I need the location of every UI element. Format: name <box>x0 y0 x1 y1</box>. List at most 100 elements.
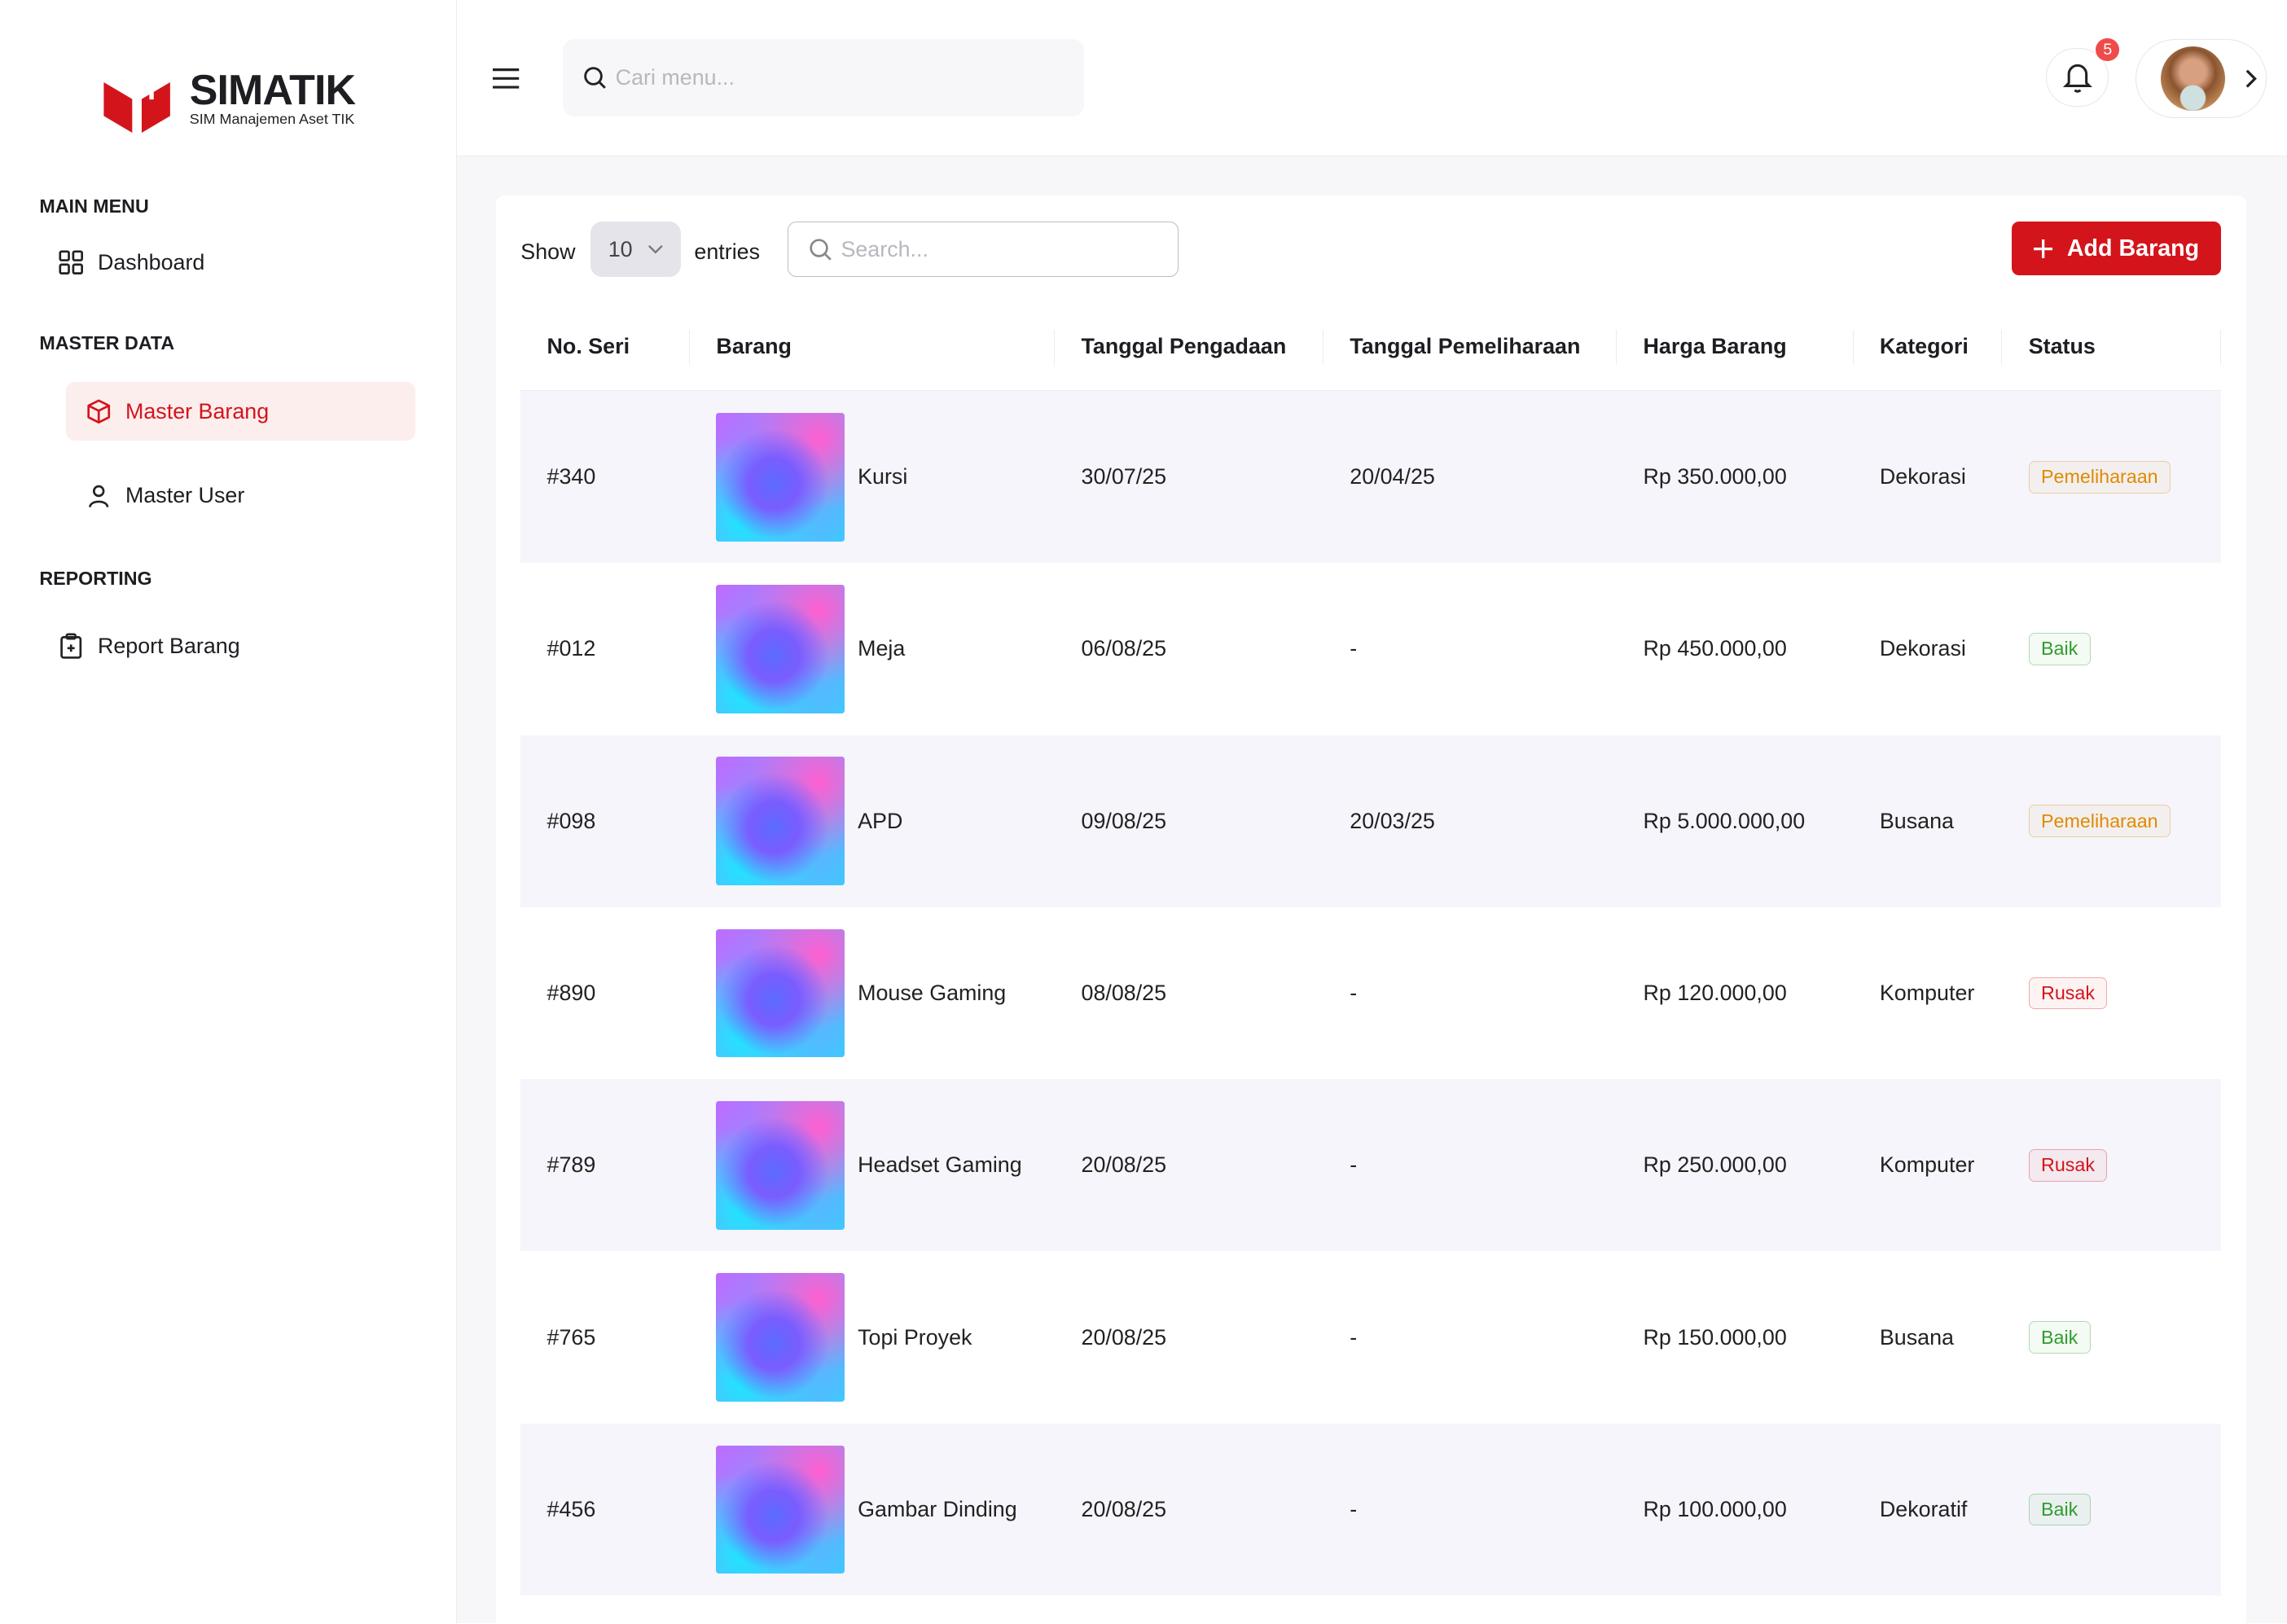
plus-icon <box>2033 239 2052 258</box>
item-name: Meja <box>858 636 906 661</box>
cell-harga: Rp 100.000,00 <box>1617 1423 1854 1596</box>
sidebar-item-label: Master User <box>125 483 245 508</box>
cell-harga: Rp 120.000,00 <box>1643 981 1787 1005</box>
box-icon <box>86 399 110 424</box>
cell-tanggal-pengadaan: 20/08/25 <box>1055 1423 1324 1596</box>
avatar <box>2161 46 2225 112</box>
clipboard-icon <box>59 633 81 659</box>
sidebar-item-label: Master Barang <box>125 398 270 424</box>
cell-kategori: Busana <box>1879 1324 1954 1350</box>
table-row[interactable]: #340 Kursi 30/07/25 20/04/25 Rp 350.000,00 De… <box>520 390 2222 564</box>
cell-barang: Gambar Dinding <box>690 1423 1056 1596</box>
status-badge: Rusak <box>2028 977 2108 1010</box>
column-header[interactable]: Tanggal Pengadaan <box>1055 303 1324 392</box>
cell-status: Rusak <box>2002 907 2221 1079</box>
column-header[interactable]: Harga Barang <box>1617 303 1854 392</box>
status-badge: Baik <box>2028 1493 2091 1526</box>
cell-status: Pemeliharaan <box>2002 735 2222 907</box>
cell-harga: Rp 150.000,00 <box>1643 1324 1787 1350</box>
cell-no-seri: #456 <box>520 1423 691 1596</box>
entries-select[interactable]: 10 <box>590 222 682 278</box>
cell-kategori: Dekorasi <box>1879 636 1966 661</box>
status-badge: Baik <box>2028 1321 2091 1354</box>
cell-tanggal-pemeliharaan: - <box>1350 981 1358 1005</box>
section-reporting: REPORTING <box>39 567 152 589</box>
column-header[interactable]: Status <box>2002 303 2222 392</box>
app-name: SIMATIK <box>189 67 356 115</box>
search-icon <box>584 67 607 90</box>
cell-kategori: Komputer <box>1853 1079 2003 1252</box>
item-name: Gambar Dinding <box>858 1496 1017 1521</box>
sidebar: SIMATIK SIM Manajemen Aset TIK MAIN MENU … <box>0 0 457 1624</box>
item-thumbnail <box>716 928 845 1058</box>
cell-tanggal-pemeliharaan: - <box>1323 1423 1618 1596</box>
table-row[interactable]: #012 Meja 06/08/25 - Rp 450.000,00 Dekorasi Ba… <box>520 563 2221 735</box>
table-row[interactable]: #098 APD 09/08/25 20/03/25 Rp 5.000.000,00 Bu… <box>520 735 2222 907</box>
table-search-placeholder: Search... <box>841 236 928 261</box>
cell-barang: Mouse Gaming <box>690 907 1055 1079</box>
profile-menu-button[interactable] <box>2135 39 2267 119</box>
user-icon <box>88 485 108 507</box>
table-row[interactable]: #789 Headset Gaming 20/08/25- Rp 250.000,00… <box>520 1079 2222 1252</box>
table-row[interactable]: #890 Mouse Gaming 08/08/25 - Rp 120.000,00 Ko… <box>520 907 2221 1079</box>
hamburger-menu-icon[interactable] <box>493 67 520 90</box>
cell-barang: Headset Gaming <box>690 1079 1056 1252</box>
menu-search-placeholder: Cari menu... <box>615 65 735 90</box>
status-badge: Pemeliharaan <box>2028 805 2171 838</box>
cell-kategori: Dekorasi <box>1853 390 2003 564</box>
section-main-menu: MAIN MENU <box>39 195 149 217</box>
grid-icon <box>59 250 83 275</box>
sidebar-item-label: Dashboard <box>97 249 205 274</box>
item-name: Kursi <box>858 464 908 489</box>
item-thumbnail <box>716 1273 845 1402</box>
cell-barang: Kursi <box>690 390 1056 564</box>
item-name: APD <box>858 808 903 833</box>
show-label: Show <box>520 239 576 264</box>
cell-tanggal-pengadaan: 09/08/25 <box>1055 735 1324 907</box>
cell-harga: Rp 5.000.000,00 <box>1617 735 1854 907</box>
cell-no-seri: #765 <box>547 1324 596 1350</box>
section-master-data: MASTER DATA <box>39 332 175 354</box>
cell-status: Baik <box>2002 563 2221 735</box>
search-icon <box>810 239 832 261</box>
add-barang-button[interactable]: Add Barang <box>2011 222 2222 276</box>
cell-harga: Rp 450.000,00 <box>1643 636 1787 661</box>
sidebar-item-dashboard[interactable]: Dashboard <box>59 234 205 292</box>
cell-tanggal-pengadaan: 30/07/25 <box>1055 390 1324 564</box>
cell-status: Rusak <box>2002 1079 2222 1252</box>
main-content: Show 10 entries Search... Add Barang No.… <box>456 156 2287 1624</box>
cell-tanggal-pengadaan: 20/08/25 <box>1081 1324 1167 1350</box>
sidebar-item-report-barang[interactable]: Report Barang <box>59 617 240 676</box>
table-search-input[interactable]: Search... <box>788 222 1179 278</box>
cell-harga: Rp 250.000,00 <box>1617 1079 1854 1252</box>
table-row[interactable]: #456 Gambar Dinding 20/08/25- Rp 100.000,00… <box>520 1423 2222 1596</box>
item-thumbnail <box>716 1445 845 1574</box>
chevron-right-icon <box>2245 69 2257 88</box>
sidebar-item-master-user[interactable]: Master User <box>86 467 245 525</box>
cell-no-seri: #789 <box>520 1079 691 1252</box>
item-thumbnail <box>716 413 845 542</box>
cell-tanggal-pengadaan: 08/08/25 <box>1081 981 1167 1005</box>
app-subtitle: SIM Manajemen Aset TIK <box>189 111 355 128</box>
item-name: Mouse Gaming <box>858 980 1007 1005</box>
cell-tanggal-pemeliharaan: - <box>1323 1079 1618 1252</box>
cell-no-seri: #098 <box>520 735 691 907</box>
table-row[interactable]: #765 Topi Proyek 20/08/25 - Rp 150.000,00 Bus… <box>520 1251 2221 1423</box>
entries-label: entries <box>694 239 761 264</box>
cell-no-seri: #890 <box>547 981 596 1005</box>
column-header[interactable]: Tanggal Pemeliharaan <box>1323 303 1618 392</box>
bell-icon <box>2063 64 2092 93</box>
sidebar-item-master-barang[interactable]: Master Barang <box>65 382 416 441</box>
column-header[interactable]: Kategori <box>1853 303 2003 392</box>
column-header[interactable]: Barang <box>690 303 1056 392</box>
box-logo-icon <box>100 60 174 138</box>
status-badge: Pemeliharaan <box>2028 460 2171 494</box>
column-header[interactable]: No. Seri <box>520 303 691 392</box>
cell-kategori: Komputer <box>1879 981 1975 1005</box>
cell-tanggal-pemeliharaan: 20/03/25 <box>1323 735 1618 907</box>
menu-search-input[interactable]: Cari menu... <box>563 39 1084 117</box>
cell-tanggal-pengadaan: 06/08/25 <box>1081 636 1167 661</box>
cell-kategori: Busana <box>1853 735 2003 907</box>
chevron-down-icon <box>647 244 663 254</box>
sidebar-item-label: Report Barang <box>97 633 240 658</box>
